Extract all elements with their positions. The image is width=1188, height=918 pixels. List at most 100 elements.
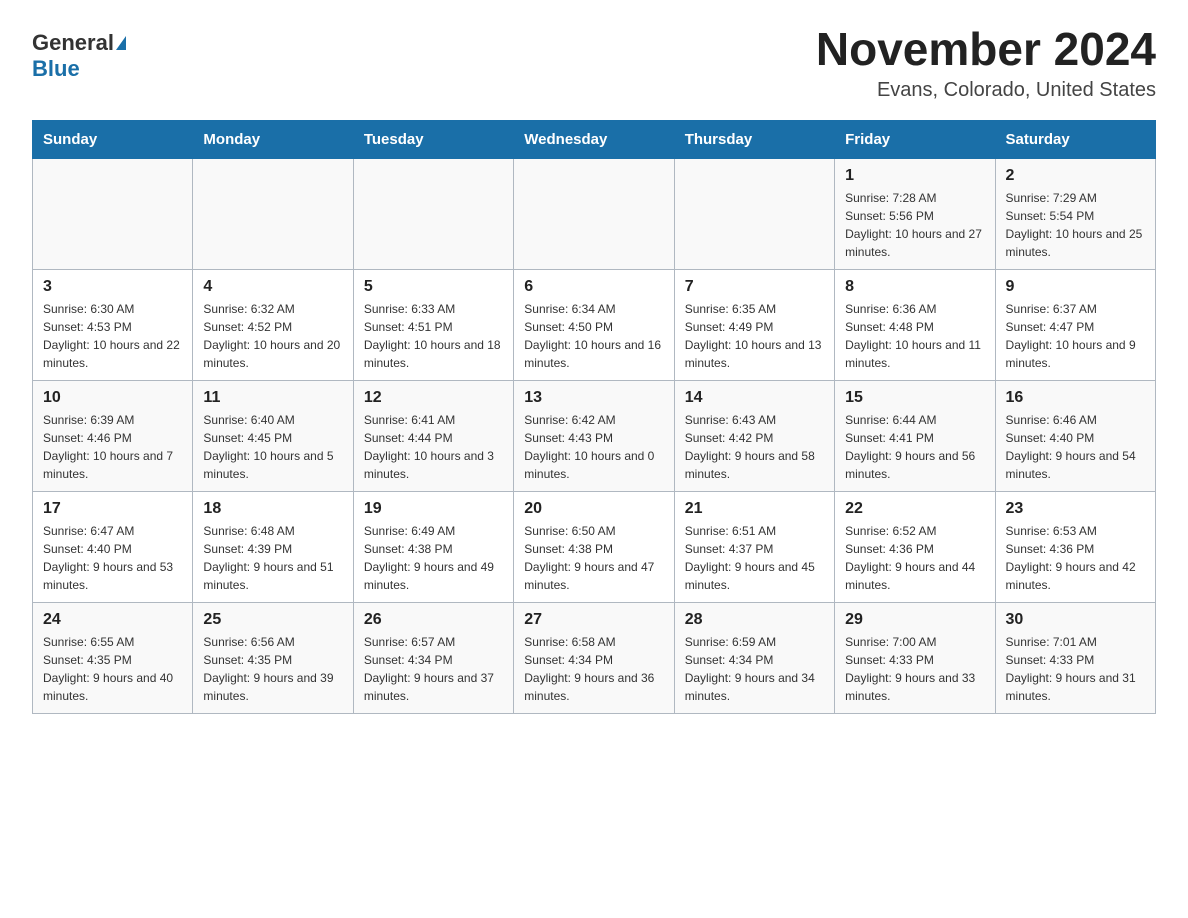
day-number: 10 [43, 389, 182, 407]
day-number: 22 [845, 500, 984, 518]
calendar-week-row: 3 Sunrise: 6:30 AM Sunset: 4:53 PM Daylig… [33, 269, 1156, 380]
day-sun-info: Sunrise: 7:00 AM Sunset: 4:33 PM Dayligh… [845, 633, 984, 705]
day-sun-info: Sunrise: 6:52 AM Sunset: 4:36 PM Dayligh… [845, 522, 984, 594]
day-sun-info: Sunrise: 6:34 AM Sunset: 4:50 PM Dayligh… [524, 300, 663, 372]
day-sun-info: Sunrise: 6:42 AM Sunset: 4:43 PM Dayligh… [524, 411, 663, 483]
day-number: 12 [364, 389, 503, 407]
day-sun-info: Sunrise: 7:29 AM Sunset: 5:54 PM Dayligh… [1006, 189, 1145, 261]
day-number: 19 [364, 500, 503, 518]
weekday-header-thursday: Thursday [674, 120, 834, 158]
day-sun-info: Sunrise: 6:57 AM Sunset: 4:34 PM Dayligh… [364, 633, 503, 705]
day-number: 30 [1006, 611, 1145, 629]
calendar-cell: 18 Sunrise: 6:48 AM Sunset: 4:39 PM Dayli… [193, 491, 353, 602]
calendar-cell: 1 Sunrise: 7:28 AM Sunset: 5:56 PM Daylig… [835, 158, 995, 269]
day-number: 17 [43, 500, 182, 518]
calendar-cell: 27 Sunrise: 6:58 AM Sunset: 4:34 PM Dayli… [514, 602, 674, 713]
day-sun-info: Sunrise: 6:47 AM Sunset: 4:40 PM Dayligh… [43, 522, 182, 594]
calendar-table: SundayMondayTuesdayWednesdayThursdayFrid… [32, 120, 1156, 714]
calendar-cell: 20 Sunrise: 6:50 AM Sunset: 4:38 PM Dayli… [514, 491, 674, 602]
calendar-cell: 24 Sunrise: 6:55 AM Sunset: 4:35 PM Dayli… [33, 602, 193, 713]
day-sun-info: Sunrise: 6:30 AM Sunset: 4:53 PM Dayligh… [43, 300, 182, 372]
calendar-cell: 5Sunrise: 6:33 AM Sunset: 4:51 PM Daylig… [353, 269, 513, 380]
day-number: 29 [845, 611, 984, 629]
calendar-cell: 17 Sunrise: 6:47 AM Sunset: 4:40 PM Dayli… [33, 491, 193, 602]
day-number: 1 [845, 167, 984, 185]
calendar-cell: 4 Sunrise: 6:32 AM Sunset: 4:52 PM Daylig… [193, 269, 353, 380]
calendar-cell: 22 Sunrise: 6:52 AM Sunset: 4:36 PM Dayli… [835, 491, 995, 602]
day-sun-info: Sunrise: 6:50 AM Sunset: 4:38 PM Dayligh… [524, 522, 663, 594]
title-area: November 2024 Evans, Colorado, United St… [816, 24, 1156, 102]
day-number: 20 [524, 500, 663, 518]
calendar-cell: 26 Sunrise: 6:57 AM Sunset: 4:34 PM Dayli… [353, 602, 513, 713]
calendar-week-row: 17 Sunrise: 6:47 AM Sunset: 4:40 PM Dayli… [33, 491, 1156, 602]
day-number: 9 [1006, 278, 1145, 296]
day-sun-info: Sunrise: 6:44 AM Sunset: 4:41 PM Dayligh… [845, 411, 984, 483]
calendar-cell: 6 Sunrise: 6:34 AM Sunset: 4:50 PM Daylig… [514, 269, 674, 380]
calendar-cell: 23Sunrise: 6:53 AM Sunset: 4:36 PM Dayli… [995, 491, 1155, 602]
day-number: 18 [203, 500, 342, 518]
day-sun-info: Sunrise: 6:48 AM Sunset: 4:39 PM Dayligh… [203, 522, 342, 594]
month-title: November 2024 [816, 24, 1156, 75]
day-number: 15 [845, 389, 984, 407]
calendar-cell: 9 Sunrise: 6:37 AM Sunset: 4:47 PM Daylig… [995, 269, 1155, 380]
day-number: 7 [685, 278, 824, 296]
day-number: 26 [364, 611, 503, 629]
day-number: 24 [43, 611, 182, 629]
calendar-week-row: 10Sunrise: 6:39 AM Sunset: 4:46 PM Dayli… [33, 380, 1156, 491]
day-sun-info: Sunrise: 6:36 AM Sunset: 4:48 PM Dayligh… [845, 300, 984, 372]
day-number: 14 [685, 389, 824, 407]
location-subtitle: Evans, Colorado, United States [816, 79, 1156, 102]
weekday-header-wednesday: Wednesday [514, 120, 674, 158]
day-number: 25 [203, 611, 342, 629]
day-sun-info: Sunrise: 6:49 AM Sunset: 4:38 PM Dayligh… [364, 522, 503, 594]
day-number: 5 [364, 278, 503, 296]
calendar-cell: 12Sunrise: 6:41 AM Sunset: 4:44 PM Dayli… [353, 380, 513, 491]
calendar-cell: 25Sunrise: 6:56 AM Sunset: 4:35 PM Dayli… [193, 602, 353, 713]
logo-blue-text: Blue [32, 56, 80, 82]
day-number: 4 [203, 278, 342, 296]
calendar-cell: 3 Sunrise: 6:30 AM Sunset: 4:53 PM Daylig… [33, 269, 193, 380]
day-sun-info: Sunrise: 6:51 AM Sunset: 4:37 PM Dayligh… [685, 522, 824, 594]
day-sun-info: Sunrise: 7:01 AM Sunset: 4:33 PM Dayligh… [1006, 633, 1145, 705]
calendar-cell [674, 158, 834, 269]
calendar-cell: 28 Sunrise: 6:59 AM Sunset: 4:34 PM Dayli… [674, 602, 834, 713]
calendar-cell: 13 Sunrise: 6:42 AM Sunset: 4:43 PM Dayli… [514, 380, 674, 491]
weekday-header-tuesday: Tuesday [353, 120, 513, 158]
day-number: 28 [685, 611, 824, 629]
day-number: 16 [1006, 389, 1145, 407]
day-number: 23 [1006, 500, 1145, 518]
calendar-cell: 16 Sunrise: 6:46 AM Sunset: 4:40 PM Dayli… [995, 380, 1155, 491]
calendar-cell: 29 Sunrise: 7:00 AM Sunset: 4:33 PM Dayli… [835, 602, 995, 713]
calendar-cell: 7Sunrise: 6:35 AM Sunset: 4:49 PM Daylig… [674, 269, 834, 380]
day-number: 21 [685, 500, 824, 518]
day-number: 27 [524, 611, 663, 629]
day-sun-info: Sunrise: 7:28 AM Sunset: 5:56 PM Dayligh… [845, 189, 984, 261]
day-sun-info: Sunrise: 6:37 AM Sunset: 4:47 PM Dayligh… [1006, 300, 1145, 372]
logo-triangle-icon [116, 36, 126, 50]
day-number: 13 [524, 389, 663, 407]
weekday-header-saturday: Saturday [995, 120, 1155, 158]
day-number: 11 [203, 389, 342, 407]
weekday-header-monday: Monday [193, 120, 353, 158]
page-header: General Blue November 2024 Evans, Colora… [32, 24, 1156, 102]
calendar-cell: 14Sunrise: 6:43 AM Sunset: 4:42 PM Dayli… [674, 380, 834, 491]
logo-general-text: General [32, 30, 114, 56]
calendar-week-row: 24 Sunrise: 6:55 AM Sunset: 4:35 PM Dayli… [33, 602, 1156, 713]
logo: General Blue [32, 24, 126, 82]
calendar-cell [514, 158, 674, 269]
weekday-header-row: SundayMondayTuesdayWednesdayThursdayFrid… [33, 120, 1156, 158]
calendar-cell: 19 Sunrise: 6:49 AM Sunset: 4:38 PM Dayli… [353, 491, 513, 602]
day-number: 3 [43, 278, 182, 296]
day-sun-info: Sunrise: 6:46 AM Sunset: 4:40 PM Dayligh… [1006, 411, 1145, 483]
calendar-cell: 2 Sunrise: 7:29 AM Sunset: 5:54 PM Daylig… [995, 158, 1155, 269]
day-sun-info: Sunrise: 6:32 AM Sunset: 4:52 PM Dayligh… [203, 300, 342, 372]
day-sun-info: Sunrise: 6:59 AM Sunset: 4:34 PM Dayligh… [685, 633, 824, 705]
weekday-header-sunday: Sunday [33, 120, 193, 158]
calendar-cell [33, 158, 193, 269]
day-number: 8 [845, 278, 984, 296]
day-number: 6 [524, 278, 663, 296]
day-sun-info: Sunrise: 6:55 AM Sunset: 4:35 PM Dayligh… [43, 633, 182, 705]
day-sun-info: Sunrise: 6:40 AM Sunset: 4:45 PM Dayligh… [203, 411, 342, 483]
day-number: 2 [1006, 167, 1145, 185]
day-sun-info: Sunrise: 6:58 AM Sunset: 4:34 PM Dayligh… [524, 633, 663, 705]
